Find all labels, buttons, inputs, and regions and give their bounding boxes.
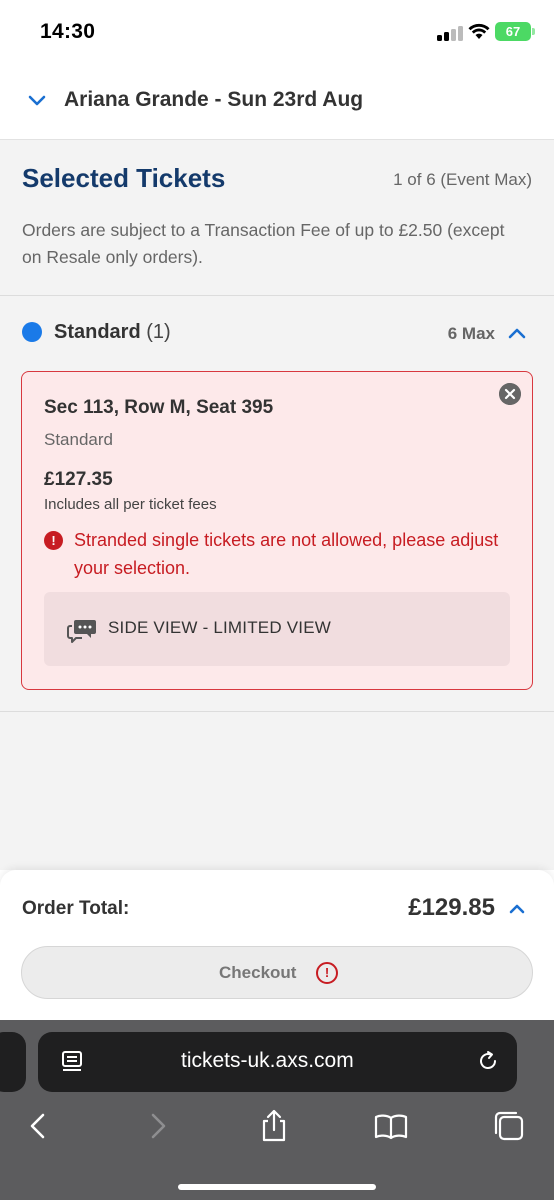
back-icon[interactable] [20, 1108, 56, 1144]
reload-icon[interactable] [477, 1050, 499, 1072]
category-label: Standard [54, 321, 141, 343]
chevron-up-icon[interactable] [508, 327, 526, 339]
divider [0, 295, 554, 296]
status-time: 14:30 [40, 20, 96, 43]
browser-chrome: tickets-uk.axs.com [0, 1020, 554, 1200]
cellular-signal-icon [437, 25, 463, 41]
seat-fees-note: Includes all per ticket fees [44, 496, 217, 513]
address-bar[interactable]: tickets-uk.axs.com [38, 1032, 517, 1092]
speech-bubble-icon [67, 620, 96, 643]
category-name: Standard (1) [54, 321, 171, 344]
url-text: tickets-uk.axs.com [181, 1049, 354, 1072]
fee-note: Orders are subject to a Transaction Fee … [22, 220, 505, 267]
alert-icon: ! [44, 531, 63, 550]
selected-tickets-panel: Selected Tickets 1 of 6 (Event Max) Orde… [0, 140, 554, 870]
share-icon[interactable] [256, 1108, 292, 1144]
event-title: Ariana Grande - Sun 23rd Aug [64, 88, 364, 111]
category-color-dot [22, 322, 42, 342]
view-restriction-box: SIDE VIEW - LIMITED VIEW [44, 592, 510, 666]
checkout-button[interactable]: Checkout ! [21, 946, 533, 999]
view-restriction-label: SIDE VIEW - LIMITED VIEW [108, 618, 331, 637]
ticket-count: 1 of 6 (Event Max) [393, 170, 532, 189]
section-title: Selected Tickets [22, 163, 226, 193]
category-qty: (1) [146, 321, 171, 343]
seat-price: £127.35 [44, 469, 113, 490]
reader-icon[interactable] [62, 1051, 82, 1073]
battery-indicator: 67 [495, 22, 531, 41]
event-header[interactable]: Ariana Grande - Sun 23rd Aug [0, 68, 554, 140]
wifi-icon [468, 23, 490, 39]
error-message: Stranded single tickets are not allowed,… [74, 530, 499, 578]
home-indicator [178, 1184, 376, 1190]
tabs-icon[interactable] [491, 1108, 527, 1144]
previous-tab[interactable] [0, 1032, 26, 1092]
forward-icon[interactable] [140, 1108, 176, 1144]
divider [0, 711, 554, 712]
bookmarks-icon[interactable] [373, 1108, 409, 1144]
category-row[interactable]: Standard (1) 6 Max [0, 297, 554, 367]
seat-type: Standard [44, 430, 113, 449]
status-bar: 14:30 67 [0, 0, 554, 68]
close-icon[interactable] [499, 383, 521, 405]
order-total-label: Order Total: [22, 898, 130, 919]
chevron-down-icon[interactable] [28, 94, 46, 108]
alert-icon: ! [316, 962, 338, 984]
seat-title: Sec 113, Row M, Seat 395 [44, 397, 274, 418]
ticket-card: Sec 113, Row M, Seat 395 Standard £127.3… [21, 371, 533, 690]
battery-nub [532, 28, 535, 35]
order-summary: Order Total: £129.85 Checkout ! [0, 870, 554, 1020]
category-max: 6 Max [447, 324, 495, 343]
chevron-up-icon[interactable] [509, 903, 525, 914]
order-total-value: £129.85 [408, 894, 495, 921]
checkout-label: Checkout [219, 963, 297, 982]
